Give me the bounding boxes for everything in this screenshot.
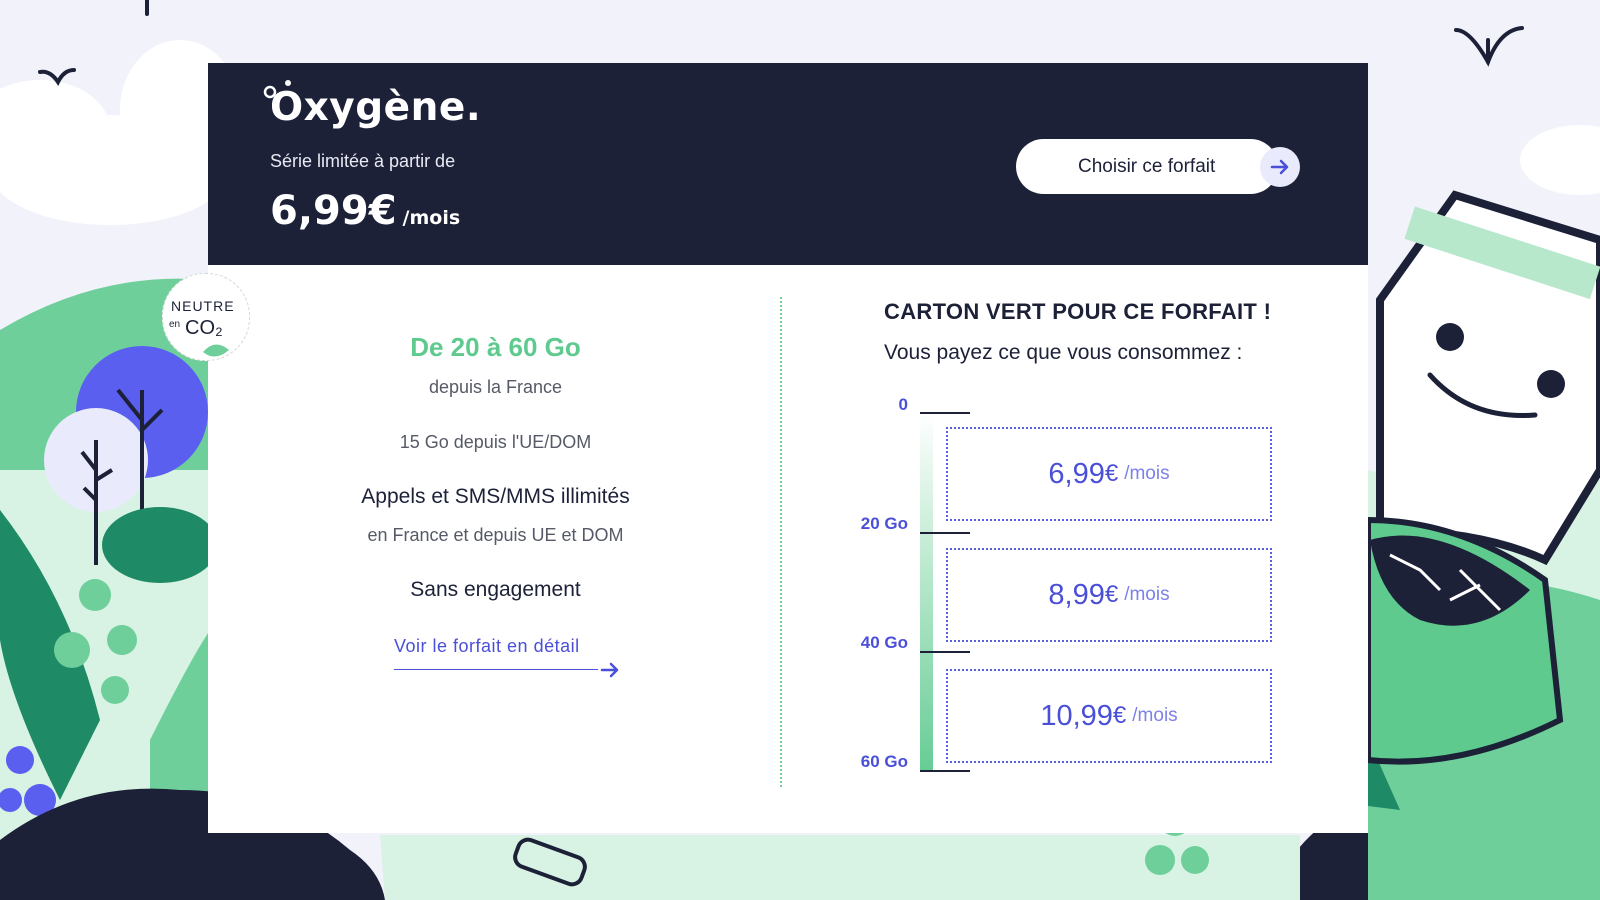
tier-amount: 10,99 [1040, 699, 1113, 732]
price-amount: 6,99€ [270, 188, 397, 234]
calls-sms-feature: Appels et SMS/MMS illimités [361, 485, 630, 508]
column-divider [780, 297, 782, 787]
plan-details: NEUTRE en CO₂ De 20 à 60 Go depuis la Fr… [162, 265, 1368, 833]
plan-detail-link[interactable]: Voir le forfait en détail [394, 636, 580, 657]
arrow-right-icon[interactable] [600, 661, 620, 679]
features-column: De 20 à 60 Go depuis la France 15 Go dep… [208, 265, 783, 833]
scale-tick [920, 412, 970, 414]
tier-currency: € [1112, 702, 1127, 729]
scale-tick [920, 770, 970, 772]
price-tier-3: 10,99 €/mois [946, 669, 1272, 763]
plan-name: Oxygène. [270, 85, 482, 130]
scale-tick [920, 651, 970, 653]
calls-sms-scope: en France et depuis UE et DOM [367, 525, 624, 545]
scale-label-40: 40 Go [860, 633, 908, 652]
plan-price: 6,99€/mois [270, 188, 460, 234]
usage-subtitle: Vous payez ce que vous consommez : [884, 341, 1243, 364]
scale-label-0: 0 [898, 395, 908, 414]
price-intro: Série limitée à partir de [270, 151, 456, 171]
scale-tick [920, 532, 970, 534]
plan-header: Oxygène. Série limitée à partir de 6,99€… [208, 63, 1368, 265]
tier-currency: € [1104, 460, 1119, 487]
tier-period: /mois [1124, 463, 1170, 484]
eu-data-allowance: 15 Go depuis l'UE/DOM [399, 432, 592, 452]
tier-period: /mois [1132, 705, 1178, 726]
scale-label-60: 60 Go [860, 752, 908, 771]
detail-link-underline [394, 669, 598, 670]
badge-en-label: en [169, 319, 181, 330]
price-unit: /mois [402, 207, 461, 229]
price-tier-1: 6,99 €/mois [946, 427, 1272, 521]
tier-amount: 8,99 [1048, 578, 1105, 611]
commitment-feature: Sans engagement [410, 578, 581, 601]
tier-period: /mois [1124, 584, 1170, 605]
price-tier-2: 8,99 €/mois [946, 548, 1272, 642]
data-allowance: De 20 à 60 Go [410, 332, 581, 362]
data-allowance-scope: depuis la France [428, 377, 563, 397]
usage-gauge [920, 413, 933, 771]
choose-plan-button[interactable]: Choisir ce forfait [1016, 139, 1278, 194]
tier-amount: 6,99 [1048, 457, 1105, 490]
arrow-right-icon[interactable] [1260, 147, 1300, 187]
tier-currency: € [1104, 581, 1119, 608]
scale-label-20: 20 Go [860, 514, 908, 533]
usage-title: CARTON VERT POUR CE FORFAIT ! [884, 299, 1272, 324]
